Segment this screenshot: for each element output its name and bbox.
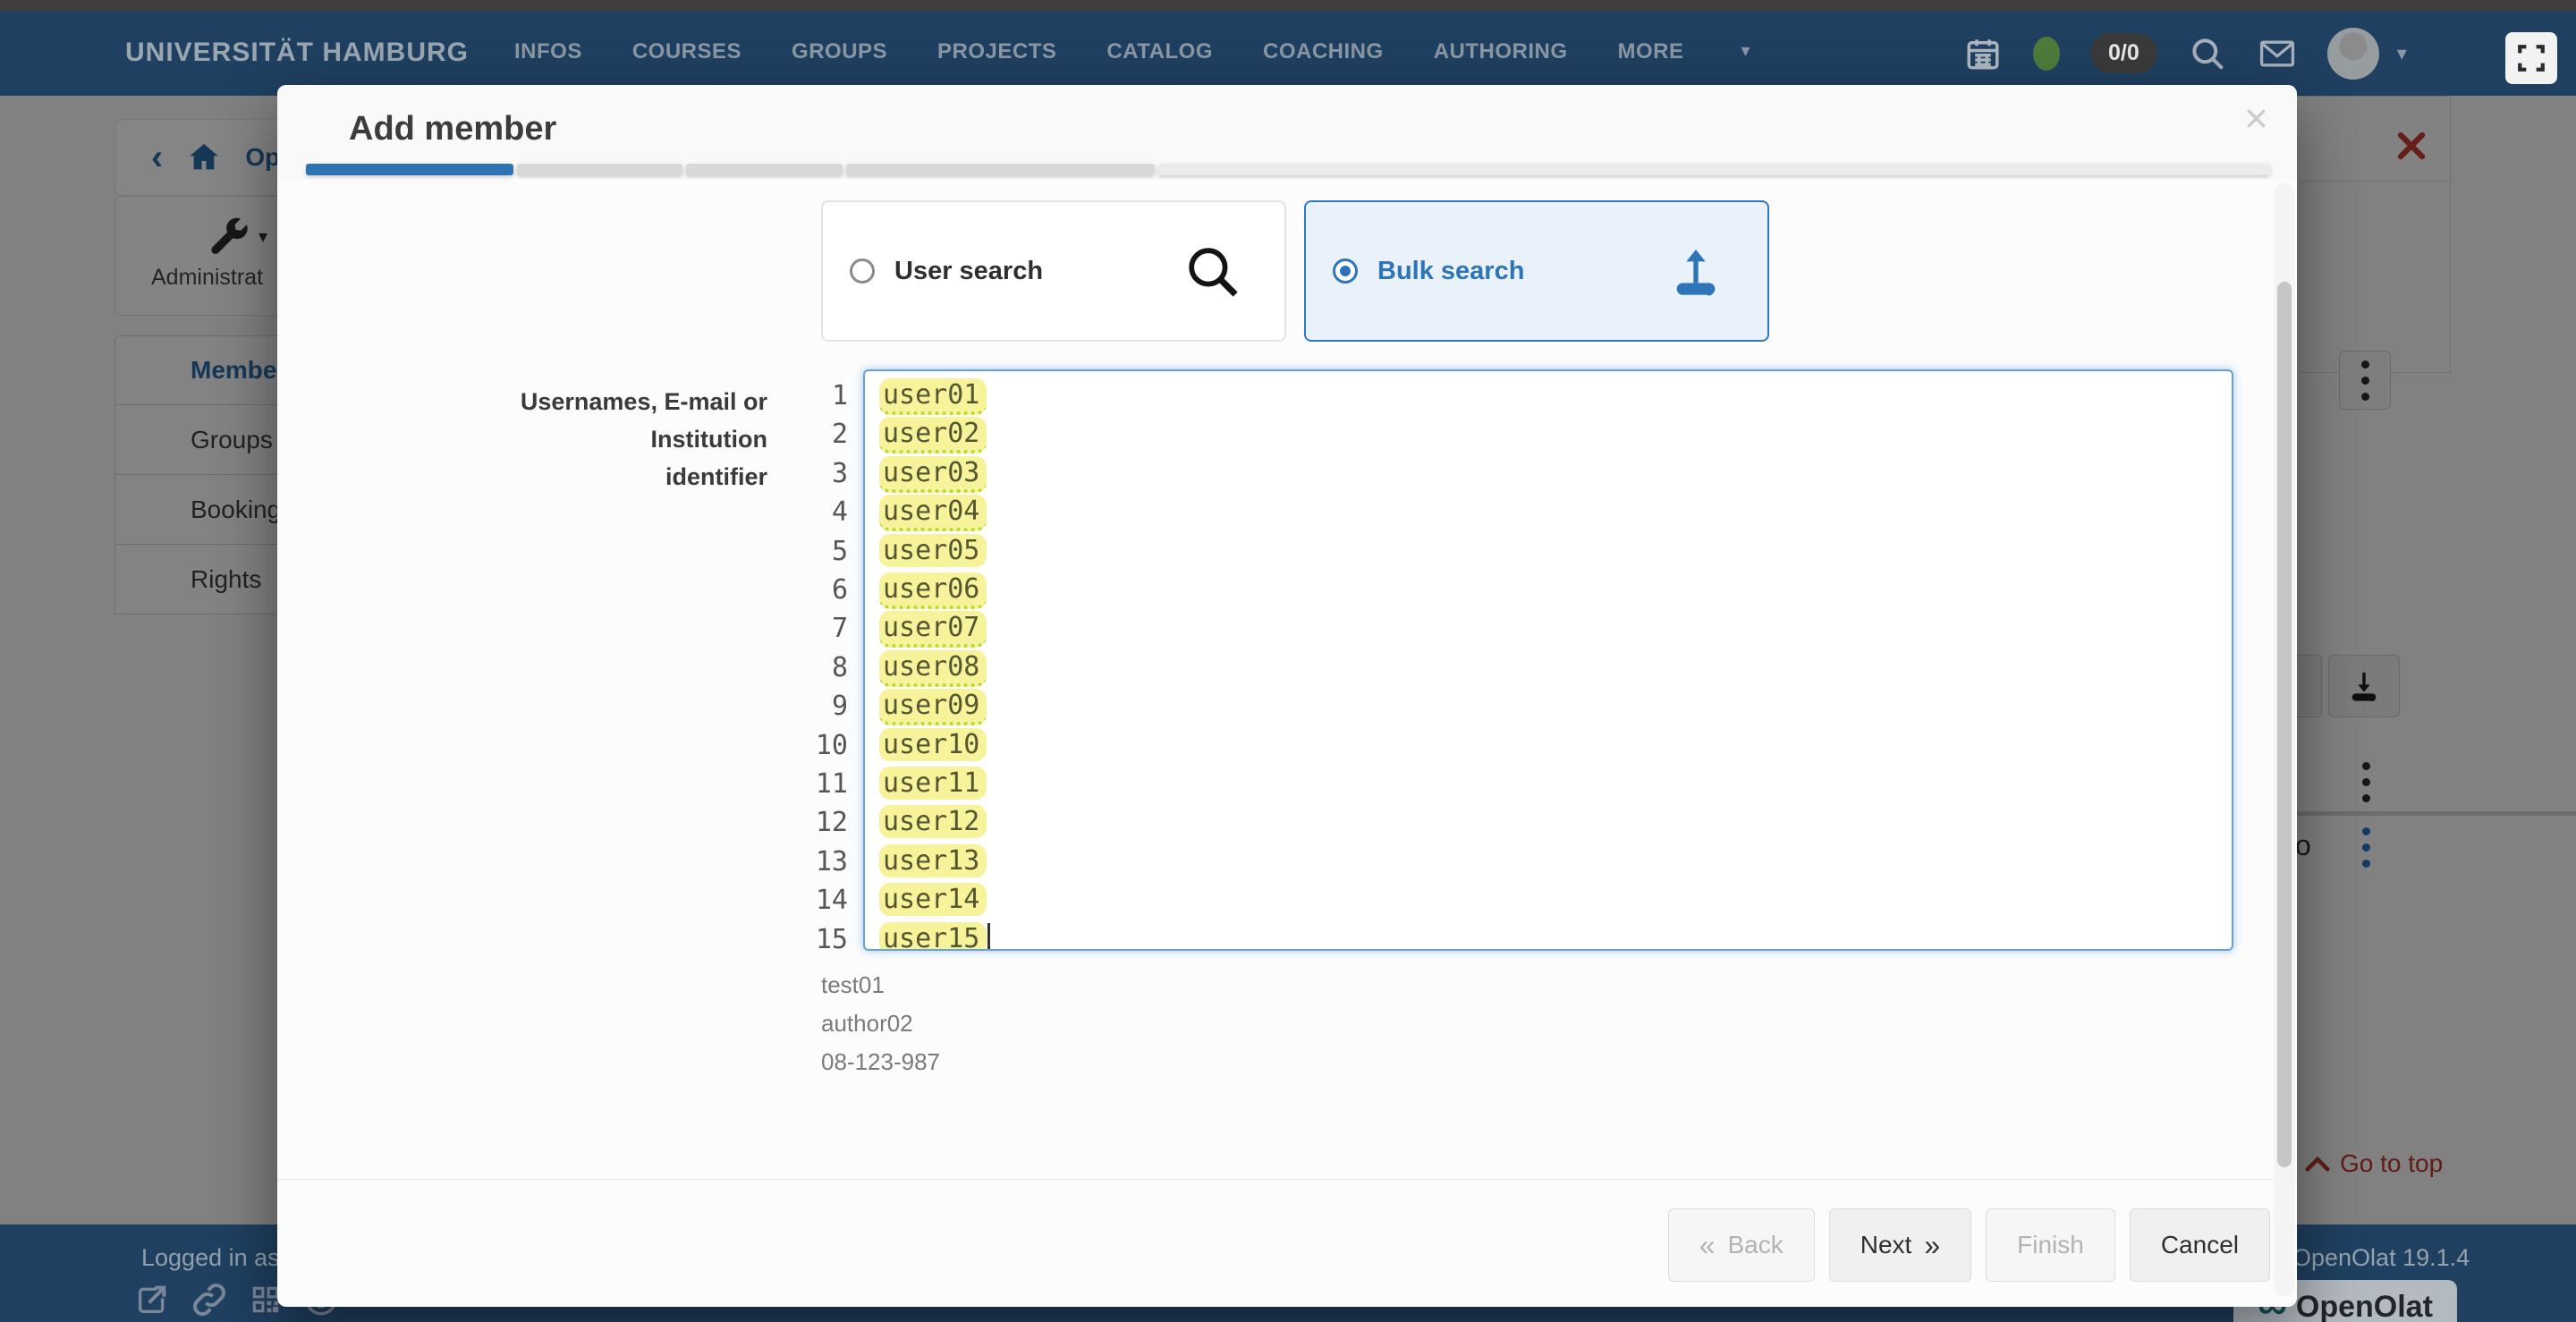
bulk-line: user14	[879, 880, 2217, 919]
bulk-line: user05	[879, 531, 2217, 570]
presence-status-icon	[2033, 37, 2060, 71]
bulk-line: user03	[879, 453, 2217, 492]
add-member-dialog: Add member × User search Bulk search	[277, 85, 2297, 1307]
bulk-line: user12	[879, 802, 2217, 841]
chevrons-left-icon: «	[1699, 1231, 1716, 1259]
line-number: 13	[778, 843, 848, 881]
search-magnifier-icon	[1182, 242, 1241, 301]
line-number: 6	[778, 571, 848, 609]
wizard-step-segment	[846, 164, 1155, 175]
line-number: 15	[778, 920, 848, 959]
search-icon[interactable]	[2188, 34, 2227, 73]
nav-item[interactable]: INFOS	[514, 39, 582, 64]
line-number: 12	[778, 803, 848, 842]
modal-scrollbar-track[interactable]	[2274, 183, 2295, 1296]
university-logo[interactable]: UNIVERSITÄT HAMBURG	[125, 38, 469, 68]
nav-item[interactable]: GROUPS	[792, 39, 887, 64]
line-number: 2	[778, 415, 848, 453]
line-number: 5	[778, 532, 848, 571]
wizard-step-segment	[517, 164, 682, 175]
nav-item[interactable]: COURSES	[632, 39, 741, 64]
bulk-line: user08	[879, 648, 2217, 686]
dialog-title: Add member	[349, 110, 556, 148]
navbar-tools: 0/0 ▾	[1963, 11, 2407, 96]
wizard-step-segment	[1158, 164, 2270, 175]
text-cursor	[987, 923, 990, 951]
bulk-line: user04	[879, 492, 2217, 530]
line-number: 3	[778, 454, 848, 493]
bulk-line: user02	[879, 414, 2217, 453]
dialog-header: Add member ×	[277, 85, 2297, 179]
line-number: 14	[778, 881, 848, 919]
example-line: 08-123-987	[821, 1043, 940, 1081]
bulk-line: user01	[879, 376, 2217, 414]
screen: UNIVERSITÄT HAMBURG INFOS COURSES GROUPS PR…	[0, 0, 2576, 1322]
cancel-button[interactable]: Cancel	[2130, 1208, 2270, 1282]
dialog-close-icon[interactable]: ×	[2244, 97, 2268, 139]
calendar-icon[interactable]	[1963, 34, 2003, 73]
line-number: 4	[778, 493, 848, 531]
bulk-search-option[interactable]: Bulk search	[1304, 200, 1769, 342]
user-search-radio[interactable]	[850, 258, 875, 284]
bulk-line: user09	[879, 686, 2217, 725]
bulk-field-label: Usernames, E-mail or Institution identif…	[490, 383, 767, 496]
mail-icon[interactable]	[2258, 34, 2297, 73]
chevrons-right-icon: »	[1924, 1231, 1940, 1259]
bulk-line: user07	[879, 608, 2217, 647]
nav-item[interactable]: COACHING	[1263, 39, 1384, 64]
line-number: 1	[778, 377, 848, 415]
nav-item[interactable]: PROJECTS	[937, 39, 1056, 64]
next-button[interactable]: Next »	[1829, 1208, 1971, 1282]
wizard-step-segment	[686, 164, 843, 175]
nav-item[interactable]: CATALOG	[1106, 39, 1213, 64]
back-button: « Back	[1668, 1208, 1815, 1282]
fullscreen-button[interactable]	[2505, 32, 2557, 84]
bulk-search-radio[interactable]	[1333, 258, 1358, 284]
line-number: 8	[778, 648, 848, 687]
bulk-line: user13	[879, 842, 2217, 880]
bulk-line: user10	[879, 725, 2217, 764]
line-number: 11	[778, 765, 848, 803]
user-search-option[interactable]: User search	[821, 200, 1286, 342]
line-number-gutter: 123456789101112131415	[778, 377, 848, 959]
bulk-identifiers-textarea[interactable]: user01user02user03user04user05user06user…	[863, 369, 2233, 951]
upload-icon	[1667, 242, 1724, 300]
bulk-line: user06	[879, 570, 2217, 608]
wizard-step-segment	[306, 164, 513, 175]
bulk-line: user11	[879, 764, 2217, 802]
finish-button: Finish	[1986, 1208, 2115, 1282]
bulk-line: user15	[879, 919, 2217, 951]
user-menu-caret-icon[interactable]: ▾	[2397, 42, 2407, 65]
wizard-progress	[306, 164, 2274, 175]
user-avatar[interactable]	[2327, 28, 2379, 80]
line-number: 10	[778, 726, 848, 765]
modal-scrollbar-thumb[interactable]	[2277, 282, 2292, 1167]
example-line: test01	[821, 966, 940, 1004]
share-icon[interactable]	[134, 1282, 170, 1318]
nav-item[interactable]: MORE	[1618, 39, 1684, 64]
main-nav: INFOS COURSES GROUPS PROJECTS CATALOG COACHIN…	[514, 39, 1750, 64]
top-navbar: UNIVERSITÄT HAMBURG INFOS COURSES GROUPS PR…	[0, 11, 2576, 96]
chat-counter-badge[interactable]: 0/0	[2090, 33, 2157, 73]
line-number: 7	[778, 609, 848, 648]
wizard-buttons: « Back Next » Finish Cancel	[1668, 1208, 2270, 1282]
top-strip	[0, 0, 2576, 11]
nav-item[interactable]: AUTHORING	[1434, 39, 1568, 64]
example-hint: test01author0208-123-987	[821, 966, 940, 1081]
example-line: author02	[821, 1004, 940, 1043]
more-caret-icon: ▾	[1741, 39, 1750, 64]
version-label: OpenOlat 19.1.4	[2292, 1244, 2470, 1272]
footer-divider	[277, 1179, 2297, 1180]
line-number: 9	[778, 687, 848, 725]
link-icon[interactable]	[190, 1280, 229, 1319]
